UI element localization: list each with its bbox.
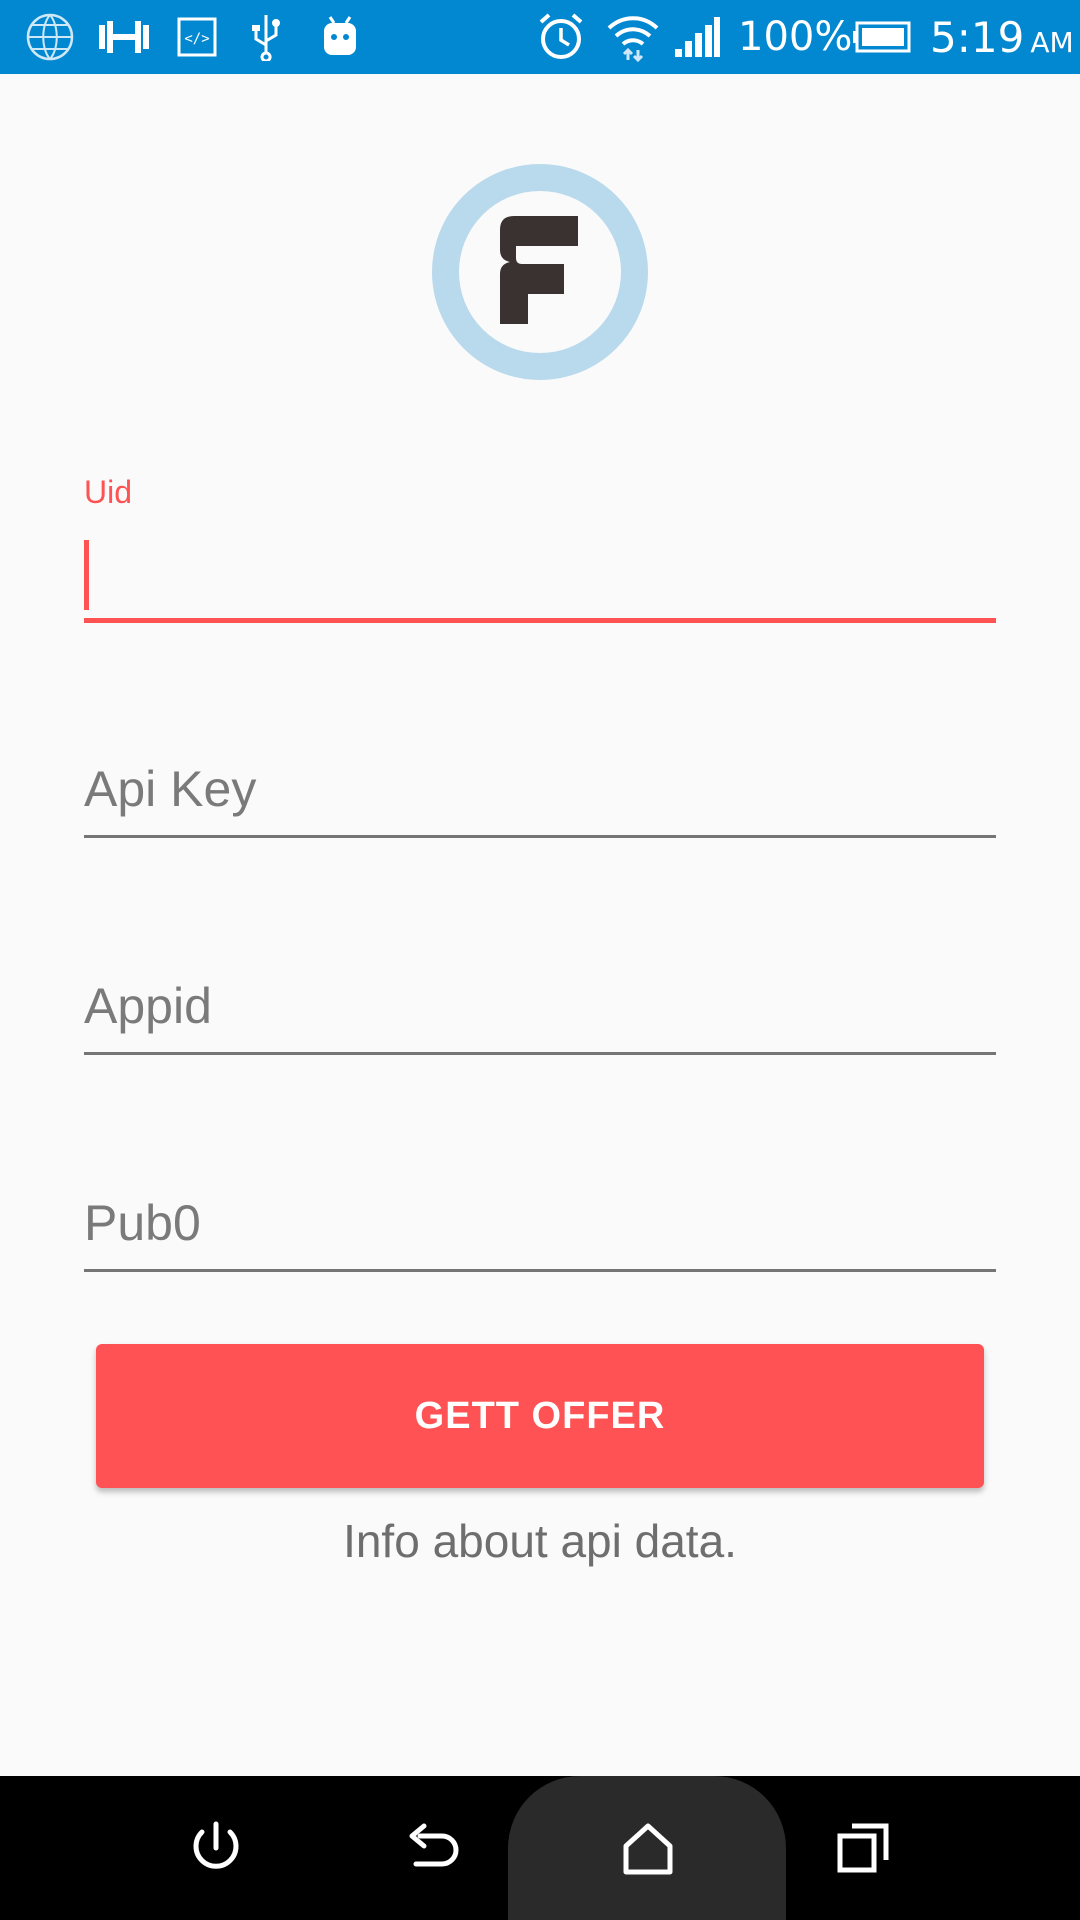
appid-underline [84,1052,996,1055]
info-text: Info about api data. [343,1515,737,1567]
power-icon[interactable] [176,1808,256,1888]
status-bar: </> 100% 5:19 AM [0,0,1080,74]
wifi-icon [606,12,660,62]
api-key-hint: Api Key [84,761,257,817]
svg-text:</>: </> [184,31,209,47]
alarm-icon [536,12,586,62]
recents-icon[interactable] [824,1808,904,1888]
pub0-underline [84,1269,996,1272]
battery-icon [852,12,912,62]
text-cursor [84,540,89,610]
signal-icon [672,12,722,62]
uid-underline [84,618,996,623]
battery-percent: 100% [738,14,853,60]
app-logo [432,164,648,380]
clock-time: 5:19 [930,12,1025,62]
uid-label: Uid [84,474,133,510]
usb-icon [244,12,288,62]
code-icon: </> [174,12,220,62]
globe-icon [24,12,76,62]
api-key-underline [84,835,996,838]
clock-ampm: AM [1030,25,1074,59]
clock: 5:19 AM [930,0,1074,74]
appid-field[interactable]: Appid [84,969,996,1057]
uid-field[interactable]: Uid [84,474,996,626]
android-icon [318,12,362,62]
dumbbell-icon [96,12,152,62]
api-key-field[interactable]: Api Key [84,752,996,840]
back-icon[interactable] [392,1808,472,1888]
gett-offer-button[interactable]: GETT OFFER [96,1344,984,1488]
appid-hint: Appid [84,978,212,1034]
home-icon[interactable] [608,1808,688,1888]
pub0-field[interactable]: Pub0 [84,1186,996,1274]
f-logo-icon [498,215,582,329]
pub0-hint: Pub0 [84,1195,201,1251]
